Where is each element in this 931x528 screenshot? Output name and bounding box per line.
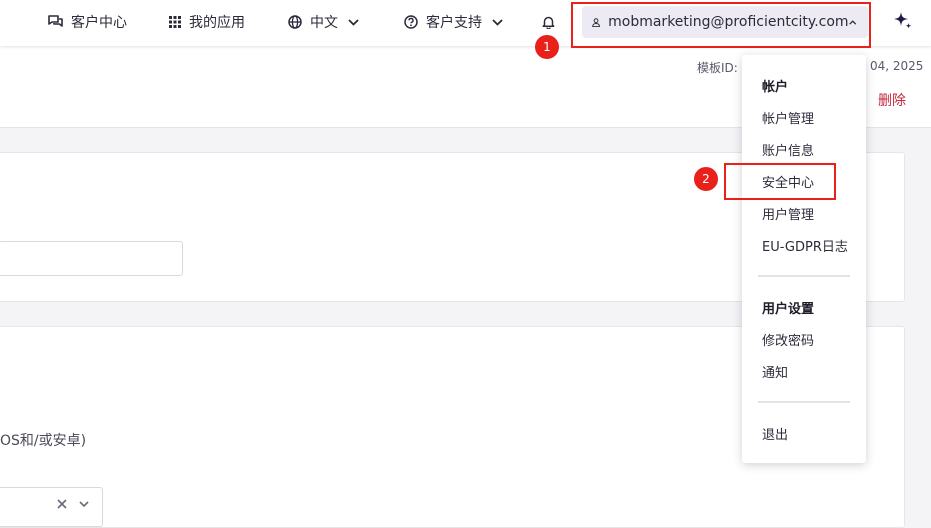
platform-description: OS和/或安卓) — [0, 433, 87, 449]
support-label: 客户支持 — [426, 15, 482, 31]
menu-item-notifications[interactable]: 通知 — [762, 362, 788, 381]
support-menu[interactable]: 客户支持 — [404, 0, 503, 44]
menu-item-account-info[interactable]: 账户信息 — [762, 140, 814, 159]
language-selector[interactable]: 中文 — [288, 0, 359, 44]
grid-icon — [169, 16, 181, 28]
customer-center-label: 客户中心 — [71, 15, 127, 31]
globe-icon — [288, 15, 302, 29]
dropdown-section-user-settings: 用户设置 — [762, 302, 815, 317]
chevron-down-icon — [492, 18, 503, 26]
template-date: 04, 2025 — [870, 59, 924, 73]
highlight-frame-account — [571, 2, 871, 48]
ai-sparkle-icon[interactable] — [893, 11, 913, 31]
chevron-down-icon — [348, 18, 359, 26]
my-apps-link[interactable]: 我的应用 — [169, 0, 245, 44]
help-circle-icon — [404, 15, 418, 29]
menu-divider — [758, 275, 850, 277]
template-id-label: 模板ID: — [697, 61, 738, 75]
clear-icon[interactable] — [56, 498, 68, 510]
bell-icon — [542, 16, 555, 29]
dropdown-section-account: 帐户 — [762, 80, 789, 95]
menu-item-gdpr-log[interactable]: EU-GDPR日志 — [762, 236, 848, 255]
highlight-frame-security-center — [724, 163, 836, 200]
my-apps-label: 我的应用 — [189, 15, 245, 31]
account-dropdown-menu: 帐户 帐户管理 账户信息 安全中心 用户管理 EU-GDPR日志 用户设置 修改… — [742, 55, 866, 463]
menu-item-change-password[interactable]: 修改密码 — [762, 330, 814, 349]
delete-button[interactable]: 删除 — [878, 90, 906, 110]
chat-icon — [48, 15, 63, 27]
chevron-down-icon[interactable] — [78, 498, 90, 510]
menu-item-account-management[interactable]: 帐户管理 — [762, 108, 814, 127]
name-input[interactable] — [0, 241, 183, 276]
menu-item-logout[interactable]: 退出 — [762, 424, 788, 443]
menu-divider — [758, 401, 850, 403]
menu-item-user-management[interactable]: 用户管理 — [762, 204, 814, 223]
customer-center-link[interactable]: 客户中心 — [48, 0, 127, 44]
step-badge-2: 2 — [694, 167, 718, 191]
step-badge-1: 1 — [535, 35, 559, 59]
language-label: 中文 — [310, 15, 338, 31]
